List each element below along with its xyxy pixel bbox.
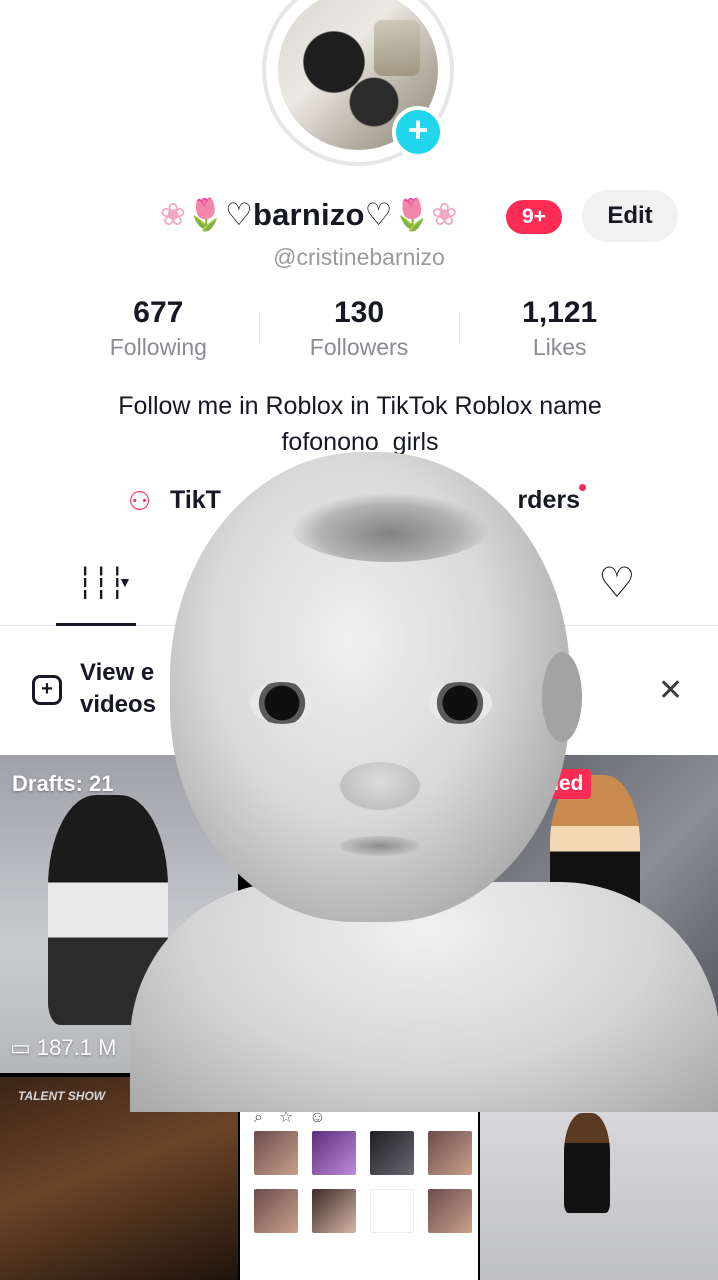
roblox-avatar-thumbnail: [564, 1113, 610, 1213]
stat-value: 1,121: [522, 296, 598, 329]
stat-followers[interactable]: 130 Followers: [258, 296, 460, 366]
collage-photo: [370, 1131, 414, 1175]
username: @cristinebarnizo: [273, 244, 445, 270]
baby-face-overlay: [130, 452, 718, 1112]
active-tab-indicator: [56, 623, 136, 626]
video-tile[interactable]: ⌕☆☺: [240, 1105, 478, 1280]
collage-photo: [254, 1189, 298, 1233]
add-story-button[interactable]: +: [392, 106, 444, 158]
stat-label: Followers: [309, 334, 409, 360]
stat-label: Likes: [532, 334, 587, 360]
stat-likes[interactable]: 1,121 Likes: [459, 296, 660, 366]
baby-ear: [542, 652, 582, 742]
photo-collage-thumbnail: ⌕☆☺: [248, 1107, 472, 1233]
profile-bio: Follow me in Roblox in TikTok Roblox nam…: [60, 388, 660, 460]
baby-eye: [250, 682, 314, 724]
stat-label: Following: [109, 334, 207, 360]
view-count-text: 187.1 M: [36, 1035, 117, 1060]
play-count-icon: ▭: [10, 1035, 37, 1060]
profile-name-row: ❀🌷♡barnizo♡🌷❀ 9+ Edit: [0, 190, 718, 242]
tab-videos[interactable]: ┆┆┆ ▼: [56, 564, 136, 626]
add-video-icon: +: [32, 675, 62, 705]
profile-stats: 677 Following 130 Followers 1,121 Likes: [58, 296, 660, 366]
add-friends-icon[interactable]: ⚇: [128, 486, 151, 517]
collage-photo: [312, 1131, 356, 1175]
stat-value: 130: [333, 296, 385, 329]
baby-mouth: [340, 836, 420, 856]
display-name-text: ♡barnizo♡: [224, 197, 393, 232]
collage-photo: [428, 1131, 472, 1175]
display-name: ❀🌷♡barnizo♡🌷❀: [160, 196, 458, 233]
video-tile[interactable]: [480, 1105, 718, 1280]
baby-head: [170, 452, 570, 922]
banner-line: videos: [80, 691, 157, 718]
stat-following[interactable]: 677 Following: [58, 296, 259, 366]
collage-photo: [428, 1189, 472, 1233]
collage-photo: [312, 1189, 356, 1233]
banner-line: View e: [80, 659, 155, 686]
collage-photo: [370, 1189, 414, 1233]
collage-photo: [254, 1131, 298, 1175]
talent-show-text: TALENT SHOW: [18, 1089, 106, 1103]
baby-eye: [428, 682, 492, 724]
view-count: ▭ 187.1 M: [10, 1035, 116, 1061]
notification-badge[interactable]: 9+: [506, 200, 562, 234]
name-decor-right: 🌷❀: [392, 197, 458, 232]
stat-value: 677: [133, 296, 184, 329]
plus-icon: +: [407, 109, 429, 150]
grid-icon: ┆┆┆: [76, 567, 126, 600]
banner-text: View e videos: [80, 657, 160, 721]
name-decor-left: ❀🌷: [160, 197, 225, 232]
chevron-down-icon: ▼: [118, 574, 132, 590]
baby-hair: [290, 492, 490, 562]
drafts-label: Drafts: 21: [12, 771, 114, 796]
bio-line: Follow me in Roblox in TikTok Roblox nam…: [118, 392, 602, 420]
edit-profile-button[interactable]: Edit: [582, 190, 678, 242]
baby-nose: [340, 762, 420, 810]
